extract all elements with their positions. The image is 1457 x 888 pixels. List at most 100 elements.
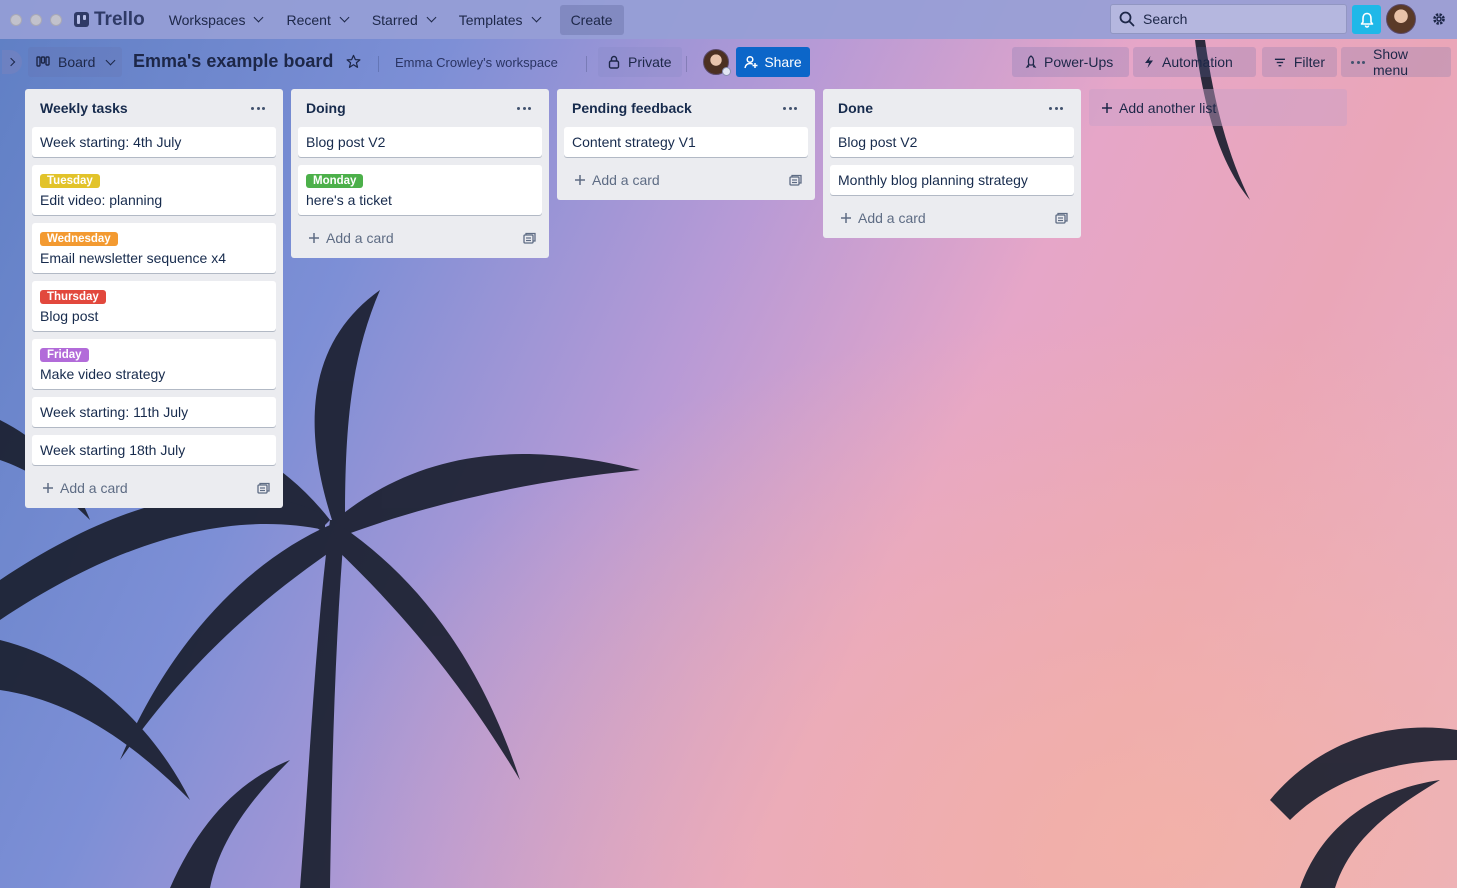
powerups-button[interactable]: Power-Ups (1012, 47, 1129, 77)
plus-icon (841, 213, 851, 223)
search-placeholder: Search (1143, 11, 1188, 27)
card-title: here's a ticket (306, 192, 392, 208)
chevron-down-icon (339, 12, 350, 23)
card-title: Content strategy V1 (572, 134, 696, 150)
list-title[interactable]: Pending feedback (572, 100, 692, 116)
trello-logo[interactable]: Trello (74, 9, 145, 31)
rocket-icon (1025, 55, 1037, 68)
list-title[interactable]: Doing (306, 100, 346, 116)
member-avatar[interactable] (703, 49, 731, 76)
star-icon[interactable] (346, 54, 361, 69)
plus-icon (1102, 102, 1112, 113)
card-title: Blog post V2 (306, 134, 386, 150)
settings-button[interactable] (1430, 10, 1448, 28)
add-card-label: Add a card (592, 172, 660, 188)
admin-badge-icon (722, 67, 731, 76)
template-icon[interactable] (1055, 212, 1068, 224)
list-header: Doing (298, 89, 542, 127)
card[interactable]: Content strategy V1 (564, 127, 808, 157)
visibility-button[interactable]: Private (598, 47, 682, 77)
card[interactable]: Thursday Blog post (32, 281, 276, 331)
board-title[interactable]: Emma's example board (133, 51, 333, 72)
list-title[interactable]: Weekly tasks (40, 100, 128, 116)
add-list-button[interactable]: Add another list (1089, 89, 1347, 126)
board-view-switcher[interactable]: Board (28, 47, 123, 77)
lock-icon (608, 55, 620, 69)
create-button[interactable]: Create (559, 4, 624, 35)
list-actions-icon[interactable] (514, 103, 534, 114)
window-controls (10, 13, 62, 26)
filter-button[interactable]: Filter (1262, 47, 1337, 77)
template-icon[interactable] (523, 232, 536, 244)
share-label: Share (764, 54, 802, 70)
nav-workspaces[interactable]: Workspaces (159, 6, 273, 34)
card-label-friday[interactable]: Friday (40, 348, 89, 362)
card[interactable]: Monthly blog planning strategy (830, 165, 1074, 195)
window-close-button[interactable] (10, 13, 22, 26)
card-label-thursday[interactable]: Thursday (40, 290, 106, 304)
card[interactable]: Week starting: 4th July (32, 127, 276, 157)
automation-label: Automation (1162, 54, 1233, 70)
powerups-label: Power-Ups (1044, 54, 1114, 70)
add-list-label: Add another list (1119, 99, 1217, 116)
window-maximize-button[interactable] (50, 13, 62, 26)
user-avatar[interactable] (1386, 4, 1416, 34)
list-header: Done (830, 89, 1074, 127)
card[interactable]: Monday here's a ticket (298, 165, 542, 215)
card[interactable]: Week starting: 11th July (32, 397, 276, 427)
list-actions-icon[interactable] (1046, 103, 1066, 114)
board-view-icon (36, 56, 50, 67)
card[interactable]: Wednesday Email newsletter sequence x4 (32, 223, 276, 273)
nav-recent[interactable]: Recent (276, 6, 357, 34)
board-header: Board Emma's example board Emma Crowley'… (0, 40, 1457, 84)
chevron-down-icon (254, 12, 264, 23)
add-card-row: Add a card (830, 203, 1074, 233)
list-actions-icon[interactable] (780, 103, 800, 114)
show-menu-button[interactable]: Show menu (1341, 46, 1451, 78)
nav-starred[interactable]: Starred (362, 6, 445, 34)
list-title[interactable]: Done (838, 100, 873, 116)
list-header: Pending feedback (564, 89, 808, 127)
notifications-button[interactable] (1352, 5, 1381, 34)
trello-logo-icon (74, 12, 89, 27)
search-input[interactable]: Search (1110, 4, 1347, 34)
header-divider (378, 56, 379, 72)
add-card-button[interactable]: Add a card (840, 210, 926, 226)
window-minimize-button[interactable] (30, 13, 42, 26)
card[interactable]: Week starting 18th July (32, 435, 276, 465)
automation-button[interactable]: Automation (1133, 47, 1256, 77)
list-header: Weekly tasks (32, 89, 276, 127)
nav-workspaces-label: Workspaces (168, 11, 246, 28)
sidebar-expand-button[interactable] (2, 50, 22, 74)
gear-icon (1433, 13, 1445, 25)
card[interactable]: Tuesday Edit video: planning (32, 165, 276, 215)
list-doing: Doing Blog post V2 Monday here's a ticke… (291, 89, 549, 258)
nav-recent-label: Recent (286, 11, 331, 28)
filter-icon (1274, 58, 1285, 66)
workspace-button[interactable]: Emma Crowley's workspace (395, 47, 558, 77)
add-card-row: Add a card (298, 223, 542, 253)
add-card-button[interactable]: Add a card (308, 230, 394, 246)
filter-label: Filter (1293, 54, 1325, 70)
card-label-tuesday[interactable]: Tuesday (40, 174, 100, 188)
template-icon[interactable] (257, 482, 270, 494)
list-actions-icon[interactable] (248, 103, 268, 114)
board-view-label: Board (58, 54, 96, 70)
nav-templates[interactable]: Templates (449, 6, 550, 34)
share-button[interactable]: Share (736, 47, 810, 77)
add-card-label: Add a card (60, 480, 128, 496)
card[interactable]: Friday Make video strategy (32, 339, 276, 389)
search-icon (1119, 11, 1135, 27)
template-icon[interactable] (789, 174, 802, 186)
card-title: Monthly blog planning strategy (838, 172, 1028, 188)
add-card-label: Add a card (858, 210, 926, 226)
add-card-button[interactable]: Add a card (574, 172, 660, 188)
card-label-wednesday[interactable]: Wednesday (40, 232, 118, 246)
card-title: Edit video: planning (40, 192, 163, 208)
add-card-button[interactable]: Add a card (42, 480, 128, 496)
nav-starred-label: Starred (371, 11, 418, 28)
card[interactable]: Blog post V2 (298, 127, 542, 157)
card[interactable]: Blog post V2 (830, 127, 1074, 157)
card-label-monday[interactable]: Monday (306, 174, 364, 188)
trello-logo-text: Trello (94, 8, 145, 30)
